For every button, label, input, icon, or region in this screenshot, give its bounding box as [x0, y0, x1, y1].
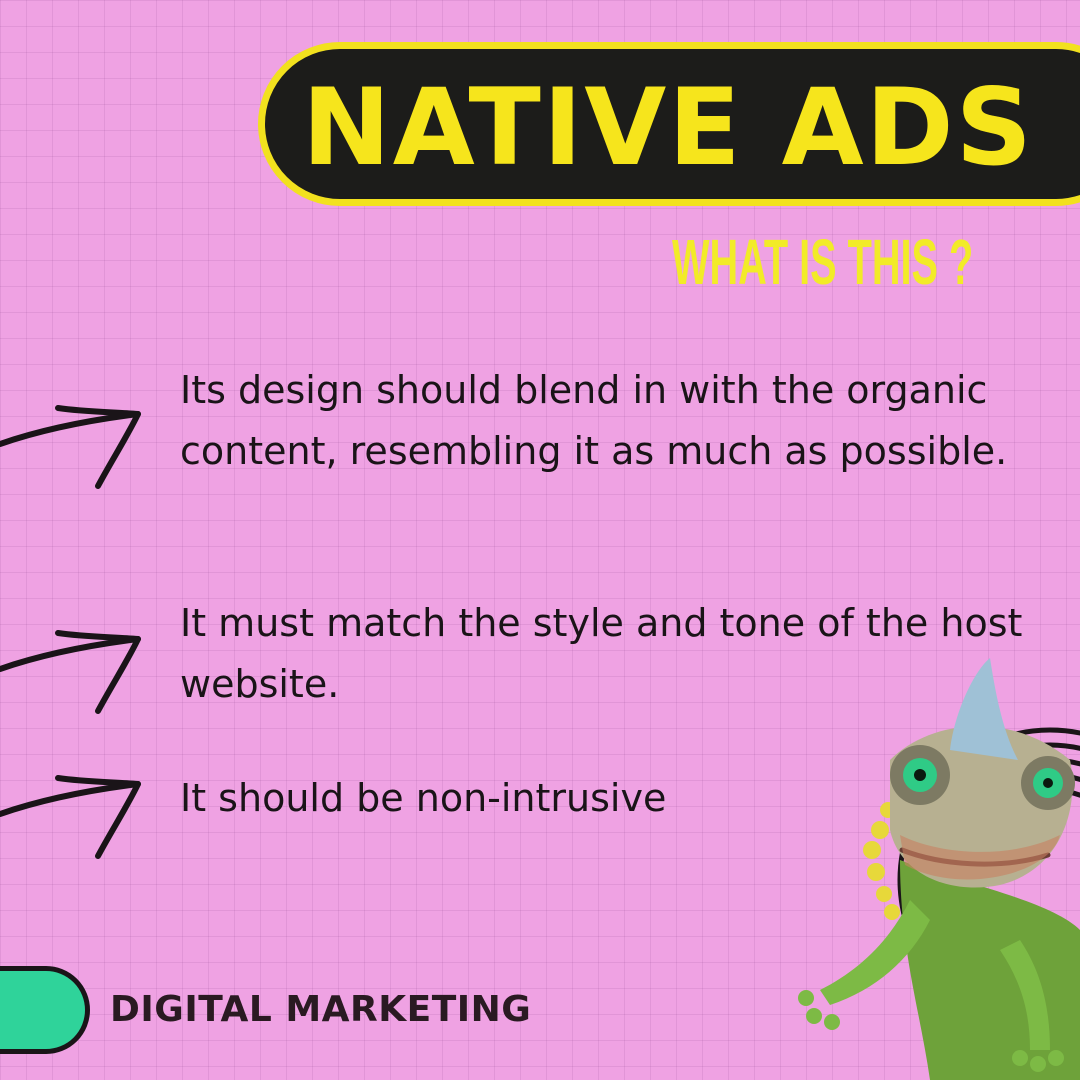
page-subtitle: WHAT IS THIS ?	[672, 226, 974, 298]
footer-label: DIGITAL MARKETING	[110, 989, 532, 1030]
footer-pill	[0, 966, 90, 1054]
point-text-1: Its design should blend in with the orga…	[180, 368, 1008, 473]
arrow-icon	[0, 405, 141, 489]
chameleon-illustration	[798, 658, 1080, 1080]
arrow-icon	[0, 775, 141, 859]
slide-canvas: NATIVE ADS WHAT IS THIS ? Its design sho…	[0, 0, 1080, 1080]
page-title: NATIVE ADS	[302, 66, 1034, 189]
arrow-icon	[0, 630, 141, 714]
